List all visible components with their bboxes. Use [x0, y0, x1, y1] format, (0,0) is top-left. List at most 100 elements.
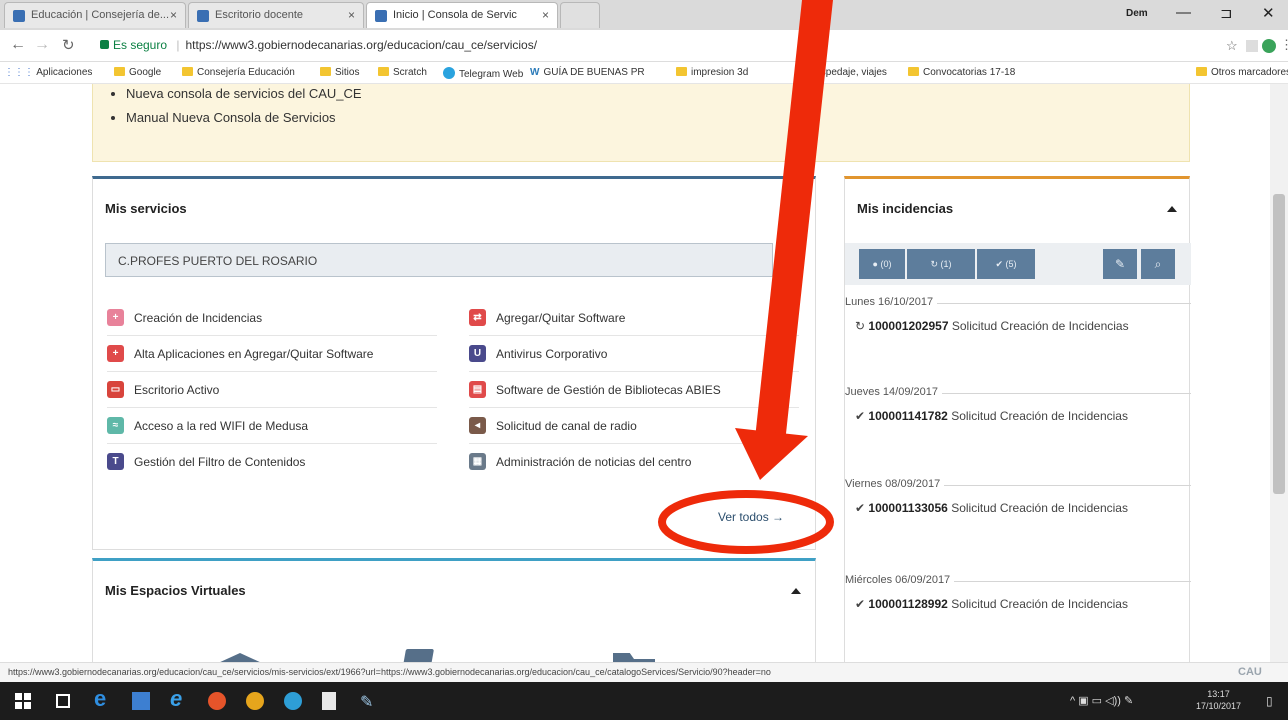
service-label: Solicitud de canal de radio — [496, 419, 637, 433]
search-icon: ⌕ — [1154, 257, 1162, 271]
notice-link-manual[interactable]: Manual Nueva Consola de Servicios — [126, 110, 1189, 125]
close-window-icon[interactable]: ✕ — [1262, 4, 1275, 22]
incident-number: 100001133056 — [868, 501, 948, 515]
tab-consola-servicios[interactable]: Inicio | Consola de Servic × — [366, 2, 558, 28]
book-icon[interactable] — [400, 649, 434, 662]
folder-open-icon[interactable] — [613, 653, 655, 662]
incident-item[interactable]: ↻ 100001202957 Solicitud Creación de Inc… — [855, 315, 1155, 337]
incident-desc: Solicitud Creación de Incidencias — [951, 319, 1129, 333]
notepad-icon[interactable] — [322, 692, 336, 710]
tab-label: Inicio | Consola de Servic — [393, 9, 517, 21]
minimize-icon[interactable]: — — [1176, 4, 1191, 21]
filter-closed-button[interactable]: ✔ (5) — [977, 249, 1035, 279]
link-status-bar: https://www3.gobiernodecanarias.org/educ… — [0, 662, 1288, 682]
page-scrollbar[interactable] — [1270, 84, 1288, 662]
filter-open-button[interactable]: ● (0) — [859, 249, 905, 279]
megaphone-icon: ◂ — [469, 417, 486, 434]
folder-icon — [1196, 67, 1207, 76]
bookmark-convocatorias[interactable]: Convocatorias 17-18 — [908, 67, 1015, 78]
bookmark-hospedaje[interactable]: Hospedaje, viajes — [808, 67, 887, 78]
firefox-icon[interactable] — [208, 692, 226, 710]
divider — [107, 407, 437, 408]
service-label: Administración de noticias del centro — [496, 455, 692, 469]
reload-icon[interactable]: ↻ — [62, 36, 75, 54]
bookmark-telegram[interactable]: Telegram Web — [443, 67, 523, 80]
ver-todos-link[interactable]: Ver todos → — [718, 510, 784, 524]
service-label: Agregar/Quitar Software — [496, 311, 626, 325]
wifi-icon: ≈ — [107, 417, 124, 434]
collapse-caret-icon[interactable] — [791, 588, 801, 594]
center-selector[interactable]: C.PROFES PUERTO DEL ROSARIO — [105, 243, 773, 277]
taskbar-clock[interactable]: 13:17 17/10/2017 — [1196, 688, 1241, 712]
address-bar: ← → ↻ Es seguro | https://www3.gobiernode… — [0, 30, 1288, 62]
bookmark-label: Scratch — [393, 67, 427, 78]
system-tray[interactable]: ^ ▣ ▭ ◁)) ✎ — [1070, 694, 1133, 707]
bookmark-label: GUÍA DE BUENAS PR — [543, 67, 645, 78]
collapse-caret-icon[interactable] — [1167, 206, 1177, 212]
bookmark-sitios[interactable]: Sitios — [320, 67, 359, 78]
tab-escritorio-docente[interactable]: Escritorio docente × — [188, 2, 364, 28]
windows-taskbar: e e ✎ ^ ▣ ▭ ◁)) ✎ 13:17 17/10/2017 ▯ — [0, 682, 1288, 720]
edit-icon: ✎ — [1114, 257, 1126, 271]
bookmark-impresion[interactable]: impresion 3d — [676, 67, 748, 78]
menu-kebab-icon[interactable]: ⋮ — [1280, 37, 1288, 53]
bookmark-label: Convocatorias 17-18 — [923, 67, 1016, 78]
check-icon: ✔ — [855, 597, 866, 611]
book-icon: ▤ — [469, 381, 486, 398]
extension-green-icon[interactable] — [1262, 39, 1276, 53]
notifications-icon[interactable]: ▯ — [1266, 694, 1273, 708]
bookmark-label: Otros marcadores — [1211, 67, 1288, 78]
back-arrow-icon[interactable]: ← — [10, 36, 26, 54]
tab-label: Escritorio docente — [215, 9, 304, 21]
user-profile-name[interactable]: Dem — [1126, 8, 1148, 19]
incident-number: 100001141782 — [868, 409, 948, 423]
divider — [469, 335, 799, 336]
chrome-icon[interactable] — [246, 692, 264, 710]
undo-icon: ↻ — [855, 319, 866, 333]
folder-icon — [676, 67, 687, 76]
incident-desc: Solicitud Creación de Incidencias — [951, 501, 1128, 515]
bookmark-scratch[interactable]: Scratch — [378, 67, 427, 78]
filter-pending-button[interactable]: ↻ (1) — [907, 249, 975, 279]
incident-item[interactable]: ✔ 100001128992 Solicitud Creación de Inc… — [855, 593, 1155, 615]
secure-label: Es seguro — [113, 38, 168, 52]
bookmark-consejeria[interactable]: Consejería Educación — [182, 67, 295, 78]
bookmark-otros[interactable]: Otros marcadores — [1196, 67, 1288, 78]
incident-item[interactable]: ✔ 100001141782 Solicitud Creación de Inc… — [855, 405, 1155, 427]
bookmark-label: Sitios — [335, 67, 360, 78]
new-tab-button[interactable] — [560, 2, 600, 28]
bookmark-guia[interactable]: W GUÍA DE BUENAS PR — [530, 67, 645, 78]
paint-icon[interactable]: ✎ — [360, 692, 378, 711]
task-view-icon[interactable] — [56, 694, 70, 708]
url-text[interactable]: https://www3.gobiernodecanarias.org/educ… — [186, 38, 538, 52]
folder-icon — [320, 67, 331, 76]
service-label: Escritorio Activo — [134, 383, 220, 397]
bookmark-star-icon[interactable]: ☆ — [1226, 38, 1238, 54]
new-incident-button[interactable]: ✎ — [1103, 249, 1137, 279]
graduation-cap-icon[interactable] — [217, 653, 263, 662]
bookmark-apps[interactable]: ⋮⋮⋮ Aplicaciones — [4, 67, 92, 78]
notice-link-consola[interactable]: Nueva consola de servicios del CAU_CE — [126, 86, 1189, 101]
tab-educacion[interactable]: Educación | Consejería de... × — [4, 2, 186, 28]
extension-icon[interactable] — [1246, 40, 1258, 52]
file-explorer-icon[interactable] — [132, 692, 150, 710]
apps-grid-icon: ⋮⋮⋮ — [4, 67, 34, 78]
close-tab-icon[interactable]: × — [170, 8, 177, 22]
close-tab-icon[interactable]: × — [348, 8, 355, 22]
scrollbar-thumb[interactable] — [1273, 194, 1285, 494]
search-incident-button[interactable]: ⌕ — [1141, 249, 1175, 279]
internet-explorer-icon[interactable]: e — [170, 686, 188, 711]
incident-date: Miércoles 06/09/2017 — [845, 574, 955, 586]
bookmark-google[interactable]: Google — [114, 67, 161, 78]
panel-title: Mis Espacios Virtuales — [105, 583, 246, 598]
windows-start-icon[interactable] — [14, 692, 32, 710]
url-omnibox[interactable]: Es seguro | https://www3.gobiernodecanari… — [96, 34, 1224, 56]
edge-icon[interactable]: e — [94, 686, 112, 711]
forward-arrow-icon[interactable]: → — [34, 36, 50, 54]
plus-square-icon: + — [107, 309, 124, 326]
maximize-icon[interactable]: ⊐ — [1220, 4, 1233, 22]
chrome-active-icon[interactable] — [284, 692, 302, 710]
incident-item[interactable]: ✔ 100001133056 Solicitud Creación de Inc… — [855, 497, 1155, 519]
bookmark-label: Hospedaje, viajes — [808, 67, 887, 78]
close-tab-icon[interactable]: × — [542, 8, 549, 22]
